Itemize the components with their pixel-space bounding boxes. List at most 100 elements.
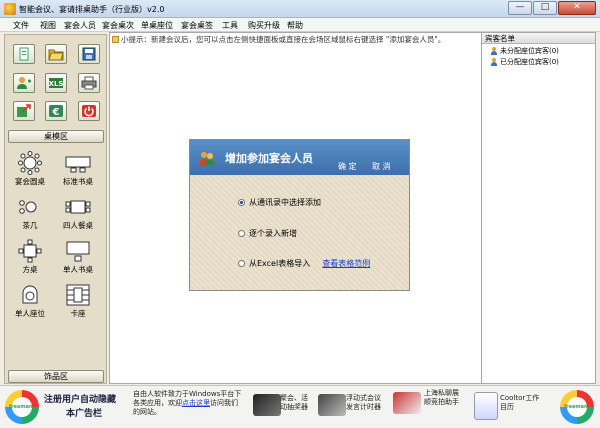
booth-icon xyxy=(58,283,98,307)
excel-sample-link[interactable]: 查看表格范例 xyxy=(322,258,370,269)
website-link[interactable]: 点击这里 xyxy=(182,399,210,407)
tool-label: 单人座位 xyxy=(15,309,45,318)
tea-table-icon xyxy=(10,195,50,219)
tool-label: 宴会圆桌 xyxy=(15,177,45,186)
menu-guests[interactable]: 宴会人员 xyxy=(64,20,96,31)
promo-text: 浮动式会议 xyxy=(346,394,381,402)
tip-icon xyxy=(112,36,119,43)
radio-unselected[interactable] xyxy=(238,230,245,237)
tool-single-seat[interactable]: 单人座位 xyxy=(10,283,50,319)
guest-list-header: 宾客名单 xyxy=(482,33,595,44)
menu-purchase[interactable]: 购买升级 xyxy=(248,20,280,31)
confirm-button[interactable]: 确 定 xyxy=(338,161,357,172)
tool-label: 卡座 xyxy=(70,309,86,318)
square-table-icon xyxy=(10,239,50,263)
title-bar: 智能会议、宴请排桌助手（行业版）v2.0 — □ ✕ xyxy=(0,0,600,18)
ad-title-line2: 本广告栏 xyxy=(66,409,103,419)
timer-icon[interactable] xyxy=(318,394,346,416)
ad-desc-line: 自由人软件致力于Windows平台下 xyxy=(133,390,242,398)
menu-seats[interactable]: 单桌座位 xyxy=(141,20,173,31)
print-icon[interactable] xyxy=(78,73,100,93)
promo-text: 聊展 xyxy=(445,389,459,397)
person-icon xyxy=(490,47,498,55)
excel-icon[interactable]: XLS xyxy=(45,73,67,93)
dialog-header: 增加参加宴会人员 确 定 取 消 xyxy=(190,140,409,175)
section-table-models[interactable]: 桌模区 xyxy=(8,130,104,143)
open-folder-icon[interactable] xyxy=(45,44,67,64)
tree-item-unassigned[interactable]: 未分配座位宾客(0) xyxy=(490,46,559,56)
save-icon[interactable] xyxy=(78,44,100,64)
menu-help[interactable]: 帮助 xyxy=(287,20,303,31)
menu-bar: 文件 视图 宴会人员 宴会桌次 单桌座位 宴会桌签 工具 购买升级 帮助 xyxy=(0,18,600,32)
tool-square-table[interactable]: 方桌 xyxy=(10,239,50,275)
single-seat-icon xyxy=(10,283,50,307)
tool-label: 茶几 xyxy=(22,221,38,230)
add-guests-dialog: 增加参加宴会人员 确 定 取 消 从通讯录中选择添加 逐个录入新增 从Excel… xyxy=(189,139,410,291)
tool-four-seat-table[interactable]: 四人餐桌 xyxy=(58,195,98,231)
tool-label: 单人书桌 xyxy=(63,265,93,274)
guest-list-panel: 宾客名单 未分配座位宾客(0) 已分配座位宾客(0) xyxy=(481,32,596,384)
promo-text: 工作 xyxy=(525,394,540,402)
promo-text-row: Cooltor工作 xyxy=(500,394,539,403)
radio-selected[interactable] xyxy=(238,199,245,206)
desk-icon xyxy=(58,151,98,175)
car-auction-icon[interactable] xyxy=(393,392,421,414)
cancel-button[interactable]: 取 消 xyxy=(372,161,391,172)
menu-file[interactable]: 文件 xyxy=(13,20,29,31)
option-from-contacts[interactable]: 从通讯录中选择添加 xyxy=(238,197,321,208)
ad-desc-text: 访问我们 xyxy=(210,399,238,407)
promo-text: 聚会、活 xyxy=(280,394,308,402)
tool-label: 方桌 xyxy=(22,265,38,274)
promo-text: 目历 xyxy=(500,403,514,411)
option-label: 从Excel表格导入 xyxy=(249,259,311,268)
calendar-icon[interactable] xyxy=(474,392,498,420)
tool-label: 四人餐桌 xyxy=(63,221,93,230)
promo-timer[interactable]: 浮动式会议 发言计时器 xyxy=(346,394,381,412)
dialog-title: 增加参加宴会人员 xyxy=(225,152,313,165)
ad-desc-line: 各类应用，欢迎点击这里访问我们 xyxy=(133,399,253,408)
currency-icon[interactable]: € xyxy=(45,101,67,121)
promo-text-row: 顺竞拍助手 xyxy=(424,398,459,407)
new-icon[interactable] xyxy=(13,44,35,64)
tool-booth[interactable]: 卡座 xyxy=(58,283,98,319)
round-table-icon xyxy=(10,151,50,175)
promo-text: 顺竞拍 xyxy=(424,398,445,406)
menu-table-cards[interactable]: 宴会桌签 xyxy=(181,20,213,31)
promo-text: 发言计时器 xyxy=(346,403,381,411)
tree-item-label: 未分配座位宾客(0) xyxy=(500,47,559,55)
menu-tools[interactable]: 工具 xyxy=(222,20,238,31)
option-manual-entry[interactable]: 逐个录入新增 xyxy=(238,228,297,239)
add-person-icon[interactable] xyxy=(13,73,35,93)
promo-calendar[interactable]: Cooltor工作 目历 xyxy=(500,394,539,412)
promo-lottery[interactable]: 聚会、活 动抽奖器 xyxy=(280,394,308,412)
ad-desc-text: 各类应用，欢迎 xyxy=(133,399,182,407)
lottery-icon[interactable] xyxy=(253,394,281,416)
radio-unselected[interactable] xyxy=(238,260,245,267)
export-icon[interactable] xyxy=(13,101,35,121)
tool-single-desk[interactable]: 单人书桌 xyxy=(58,239,98,275)
promo-text: 助手 xyxy=(445,398,459,406)
tool-standard-desk[interactable]: 标准书桌 xyxy=(58,151,98,187)
close-button[interactable]: ✕ xyxy=(558,1,596,15)
tip-text: 小提示：新建会议后，您可以点击左侧快捷面板或直接在会场区域鼠标右键选择 "添加宴… xyxy=(112,34,445,45)
tool-tea-table[interactable]: 茶几 xyxy=(10,195,50,231)
tree-item-assigned[interactable]: 已分配座位宾客(0) xyxy=(490,57,559,67)
promo-text-row: 上海私聊展 xyxy=(424,389,459,398)
power-icon[interactable] xyxy=(78,101,100,121)
promo-auction[interactable]: 上海私聊展 顺竞拍助手 xyxy=(424,389,459,407)
tool-round-table[interactable]: 宴会圆桌 xyxy=(10,151,50,187)
promo-text: Cooltor xyxy=(500,394,526,402)
ad-title-line1: 注册用户自动隐藏 xyxy=(44,395,117,405)
four-seat-table-icon xyxy=(58,195,98,219)
app-icon xyxy=(4,3,16,15)
maximize-button[interactable]: □ xyxy=(533,1,557,15)
left-toolbox: XLS € 桌模区 宴会圆桌 标准书桌 茶几 四人餐桌 方桌 单人书桌 单人座位… xyxy=(4,34,107,384)
section-decorations[interactable]: 饰品区 xyxy=(8,370,104,383)
option-label: 从通讯录中选择添加 xyxy=(249,198,321,207)
option-label: 逐个录入新增 xyxy=(249,229,297,238)
option-excel-import[interactable]: 从Excel表格导入 查看表格范例 xyxy=(238,258,370,269)
minimize-button[interactable]: — xyxy=(508,1,532,15)
svg-text:€: € xyxy=(52,107,60,118)
menu-view[interactable]: 视图 xyxy=(40,20,56,31)
menu-tables[interactable]: 宴会桌次 xyxy=(102,20,134,31)
